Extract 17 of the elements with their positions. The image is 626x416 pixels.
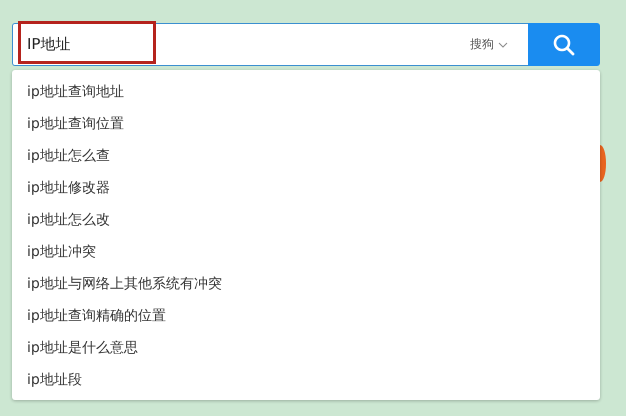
engine-dropdown[interactable]: 搜狗 [470,36,508,53]
suggestion-item[interactable]: ip地址查询位置 [12,108,600,140]
caret-icon [498,42,508,48]
search-button[interactable] [528,23,600,66]
suggestion-item[interactable]: ip地址怎么改 [12,204,600,236]
suggestion-item[interactable]: ip地址冲突 [12,236,600,268]
search-field[interactable]: IP地址 搜狗 [12,23,528,66]
suggestion-item[interactable]: ip地址查询精确的位置 [12,300,600,332]
search-input[interactable]: IP地址 [13,36,470,54]
search-icon [553,34,575,56]
suggestion-item[interactable]: ip地址段 [12,364,600,396]
suggestion-item[interactable]: ip地址与网络上其他系统有冲突 [12,268,600,300]
suggestion-item[interactable]: ip地址怎么查 [12,140,600,172]
side-tab[interactable] [600,145,606,182]
suggestion-item[interactable]: ip地址查询地址 [12,76,600,108]
suggestion-item[interactable]: ip地址是什么意思 [12,332,600,364]
suggestion-item[interactable]: ip地址修改器 [12,172,600,204]
